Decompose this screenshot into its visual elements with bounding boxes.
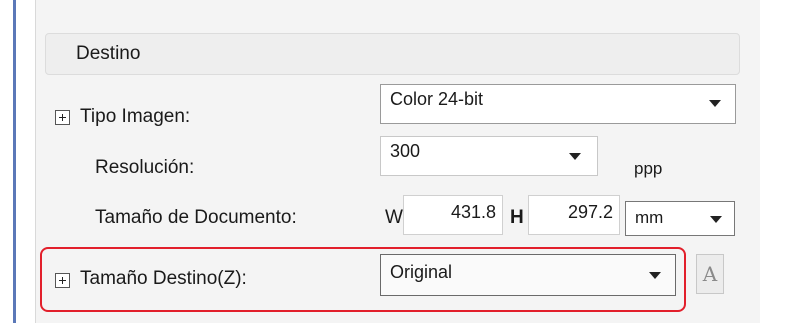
resolucion-unit: ppp xyxy=(634,159,663,178)
window-frame-edge xyxy=(13,0,16,323)
chevron-down-icon xyxy=(709,100,721,107)
width-input[interactable]: 431.8 xyxy=(403,195,503,235)
expand-tipo-imagen-icon[interactable] xyxy=(55,110,70,125)
unit-value: mm xyxy=(635,208,664,227)
tipo-imagen-label: Tipo Imagen: xyxy=(80,106,191,127)
resolucion-value: 300 xyxy=(390,141,421,161)
expand-tamano-destino-icon[interactable] xyxy=(55,273,70,288)
height-label: H xyxy=(510,207,524,228)
tamano-destino-label: Tamaño Destino(Z): xyxy=(80,268,247,289)
section-header: Destino xyxy=(45,33,740,75)
chevron-down-icon xyxy=(649,272,661,279)
tamano-destino-value: Original xyxy=(390,262,453,282)
tamano-documento-label: Tamaño de Documento: xyxy=(95,207,297,228)
tipo-imagen-select[interactable]: Color 24-bit xyxy=(380,84,736,124)
font-button[interactable]: A xyxy=(696,254,724,294)
height-input[interactable]: 297.2 xyxy=(528,195,620,235)
width-label: W xyxy=(385,207,403,228)
tamano-destino-select[interactable]: Original xyxy=(380,254,676,296)
section-title: Destino xyxy=(76,43,141,64)
tipo-imagen-value: Color 24-bit xyxy=(390,89,484,109)
chevron-down-icon xyxy=(710,216,722,223)
resolucion-label: Resolución: xyxy=(95,157,195,178)
resolucion-select[interactable]: 300 xyxy=(380,136,598,176)
unit-select[interactable]: mm xyxy=(625,201,735,236)
chevron-down-icon xyxy=(569,153,581,160)
